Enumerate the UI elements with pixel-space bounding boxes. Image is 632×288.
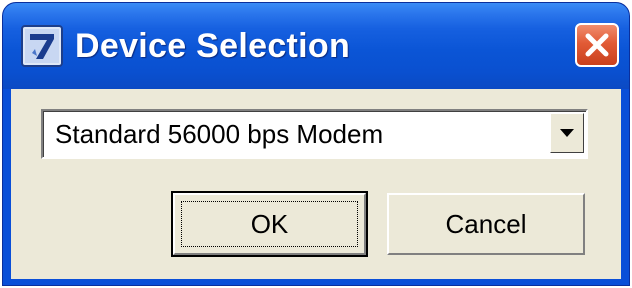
dialog-body: Standard 56000 bps Modem OK Cancel (11, 89, 621, 279)
close-button[interactable] (575, 23, 619, 67)
chevron-down-icon (560, 129, 574, 137)
cancel-button-label: Cancel (445, 209, 527, 239)
device-select-value: Standard 56000 bps Modem (55, 119, 384, 149)
device-app-icon (21, 25, 63, 67)
dialog-window: Device Selection Standard 56000 bps Mode… (2, 2, 630, 286)
device-select-dropdown-button[interactable] (550, 113, 584, 153)
device-select[interactable]: Standard 56000 bps Modem (41, 109, 588, 159)
cancel-button[interactable]: Cancel (387, 193, 585, 255)
title-bar[interactable]: Device Selection (3, 3, 629, 89)
ok-button[interactable]: OK (171, 191, 368, 257)
close-icon (585, 33, 609, 57)
ok-button-label: OK (250, 209, 289, 239)
window-title: Device Selection (75, 27, 351, 65)
